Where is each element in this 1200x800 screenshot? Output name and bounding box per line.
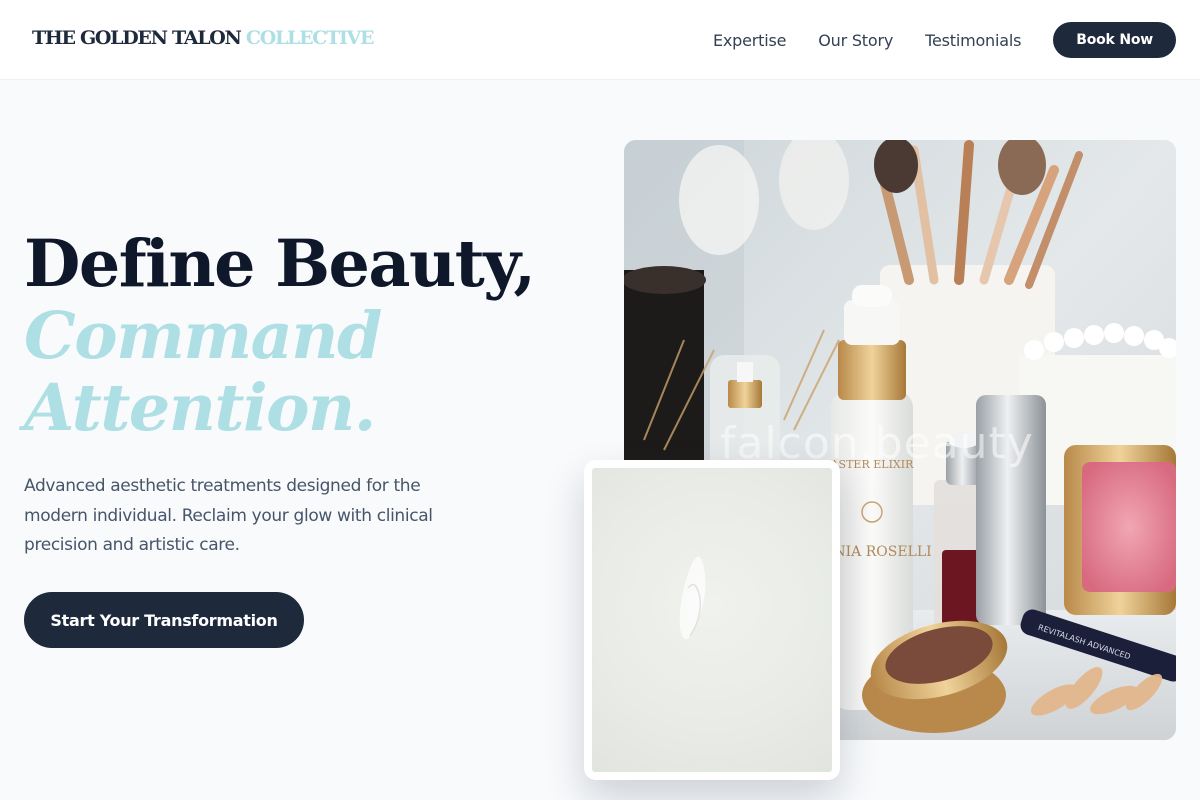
main-nav: Expertise Our Story Testimonials Book No… [713,22,1176,58]
hero-title-line-3: Attention. [24,370,376,446]
hero-description: Advanced aesthetic treatments designed f… [24,476,433,555]
cream-texture-image [592,468,832,772]
hero-title-line-1: Define Beauty, [24,226,536,302]
start-transformation-button[interactable]: Start Your Transformation [24,592,304,648]
brand-name-accent: COLLECTIVE [245,27,375,49]
hero-title-line-2: Command [24,298,382,374]
nav-link-expertise[interactable]: Expertise [713,31,786,50]
texture-swatch-card [584,460,840,780]
brand-logo[interactable]: THE GOLDEN TALON COLLECTIVE [32,27,375,49]
book-now-button[interactable]: Book Now [1053,22,1176,58]
site-header: THE GOLDEN TALON COLLECTIVE Expertise Ou… [0,0,1200,80]
brand-name-primary: THE GOLDEN TALON [32,27,242,49]
hero-title: Define Beauty, Command Attention. [24,226,536,446]
nav-link-testimonials[interactable]: Testimonials [925,31,1021,50]
nav-link-our-story[interactable]: Our Story [818,31,893,50]
